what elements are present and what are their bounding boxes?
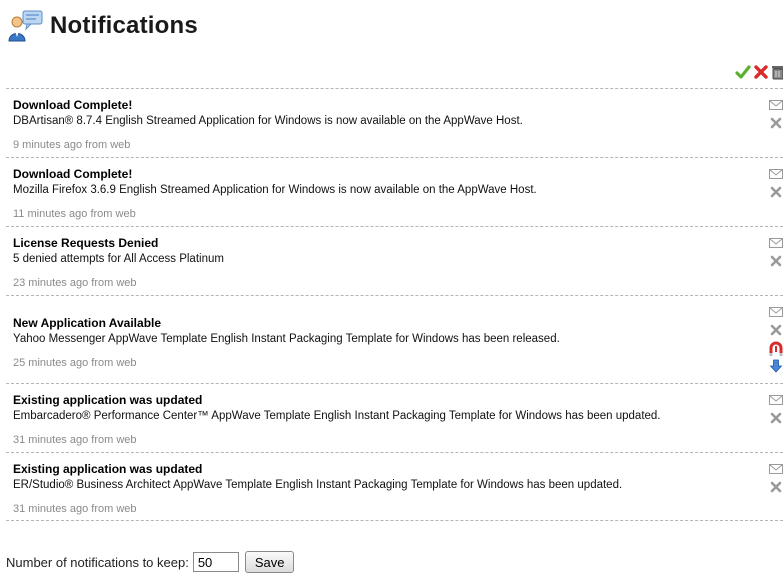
- delete-x-icon[interactable]: [770, 254, 782, 267]
- notification-time: 23 minutes ago: [13, 277, 89, 289]
- notification-title: Existing application was updated: [13, 393, 203, 407]
- notification-title: Download Complete!: [13, 98, 133, 112]
- notification-time: 11 minutes ago: [13, 208, 88, 220]
- delete-x-icon[interactable]: [770, 480, 782, 493]
- notification-time: 9 minutes ago: [13, 139, 83, 151]
- keep-count-input[interactable]: [192, 552, 239, 572]
- trash-icon[interactable]: [771, 64, 783, 80]
- envelope-icon[interactable]: [769, 304, 783, 317]
- envelope-icon[interactable]: [769, 461, 783, 474]
- notification-title: New Application Available: [13, 316, 162, 330]
- notification-body: 5 denied attempts for All Access Platinu…: [13, 253, 224, 265]
- keep-label: Number of notifications to keep:: [6, 554, 189, 570]
- notification-body: Mozilla Firefox 3.6.9 English Streamed A…: [13, 184, 537, 196]
- notification-source: from web: [88, 357, 137, 369]
- update-magnet-icon[interactable]: [769, 341, 783, 357]
- envelope-icon[interactable]: [769, 392, 783, 405]
- notification-time: 31 minutes ago: [13, 434, 89, 446]
- notification-meta: 31 minutes ago from web: [13, 433, 743, 447]
- notification-body: Yahoo Messenger AppWave Template English…: [13, 333, 560, 345]
- envelope-icon[interactable]: [769, 97, 783, 110]
- notification-actions: [759, 233, 783, 267]
- notification-source: from web: [87, 208, 136, 220]
- notification-time: 31 minutes ago: [13, 503, 89, 515]
- notification-meta: 9 minutes ago from web: [13, 138, 743, 152]
- notification-body: Embarcadero® Performance Center™ AppWave…: [13, 410, 661, 422]
- notification-body: ER/Studio® Business Architect AppWave Te…: [13, 479, 623, 491]
- mark-all-read-check-icon[interactable]: [735, 64, 751, 80]
- keep-settings: Number of notifications to keep: Save: [6, 550, 295, 574]
- notification-meta: 31 minutes ago from web: [13, 502, 743, 516]
- notification-time: 25 minutes ago: [13, 357, 89, 369]
- notification-meta: 23 minutes ago from web: [13, 276, 743, 290]
- notification-title: Download Complete!: [13, 167, 133, 181]
- notification-meta: 25 minutes ago from web: [13, 356, 743, 370]
- notification-title: License Requests Denied: [13, 236, 159, 250]
- notification-item: Existing application was updated ER/Stud…: [6, 452, 783, 521]
- notification-source: from web: [88, 503, 137, 515]
- envelope-icon[interactable]: [769, 235, 783, 248]
- notification-body: DBArtisan® 8.7.4 English Streamed Applic…: [13, 115, 523, 127]
- delete-x-icon[interactable]: [770, 185, 782, 198]
- save-button[interactable]: Save: [244, 551, 295, 573]
- delete-all-x-icon[interactable]: [753, 64, 769, 80]
- notification-item: Download Complete! DBArtisan® 8.7.4 Engl…: [6, 88, 783, 157]
- notification-actions: [759, 459, 783, 493]
- notification-item: Existing application was updated Embarca…: [6, 383, 783, 452]
- envelope-icon[interactable]: [769, 166, 783, 179]
- download-arrow-icon[interactable]: [769, 359, 783, 373]
- delete-x-icon[interactable]: [770, 323, 782, 336]
- notifications-people-icon: [8, 10, 44, 42]
- bulk-actions: [731, 62, 783, 82]
- notification-title: Existing application was updated: [13, 462, 203, 476]
- notification-actions: [759, 390, 783, 424]
- notification-list: Download Complete! DBArtisan® 8.7.4 Engl…: [6, 88, 783, 521]
- page-header: Notifications: [8, 6, 198, 46]
- notification-source: from web: [82, 139, 131, 151]
- notification-item: Download Complete! Mozilla Firefox 3.6.9…: [6, 157, 783, 226]
- notification-item: License Requests Denied 5 denied attempt…: [6, 226, 783, 295]
- page-title: Notifications: [50, 12, 198, 39]
- notification-actions: [759, 95, 783, 129]
- notification-meta: 11 minutes ago from web: [13, 207, 743, 221]
- notification-actions: [759, 302, 783, 373]
- delete-x-icon[interactable]: [770, 411, 782, 424]
- notification-item: New Application Available Yahoo Messenge…: [6, 295, 783, 383]
- notification-source: from web: [88, 434, 137, 446]
- delete-x-icon[interactable]: [770, 116, 782, 129]
- notification-actions: [759, 164, 783, 198]
- notification-source: from web: [88, 277, 137, 289]
